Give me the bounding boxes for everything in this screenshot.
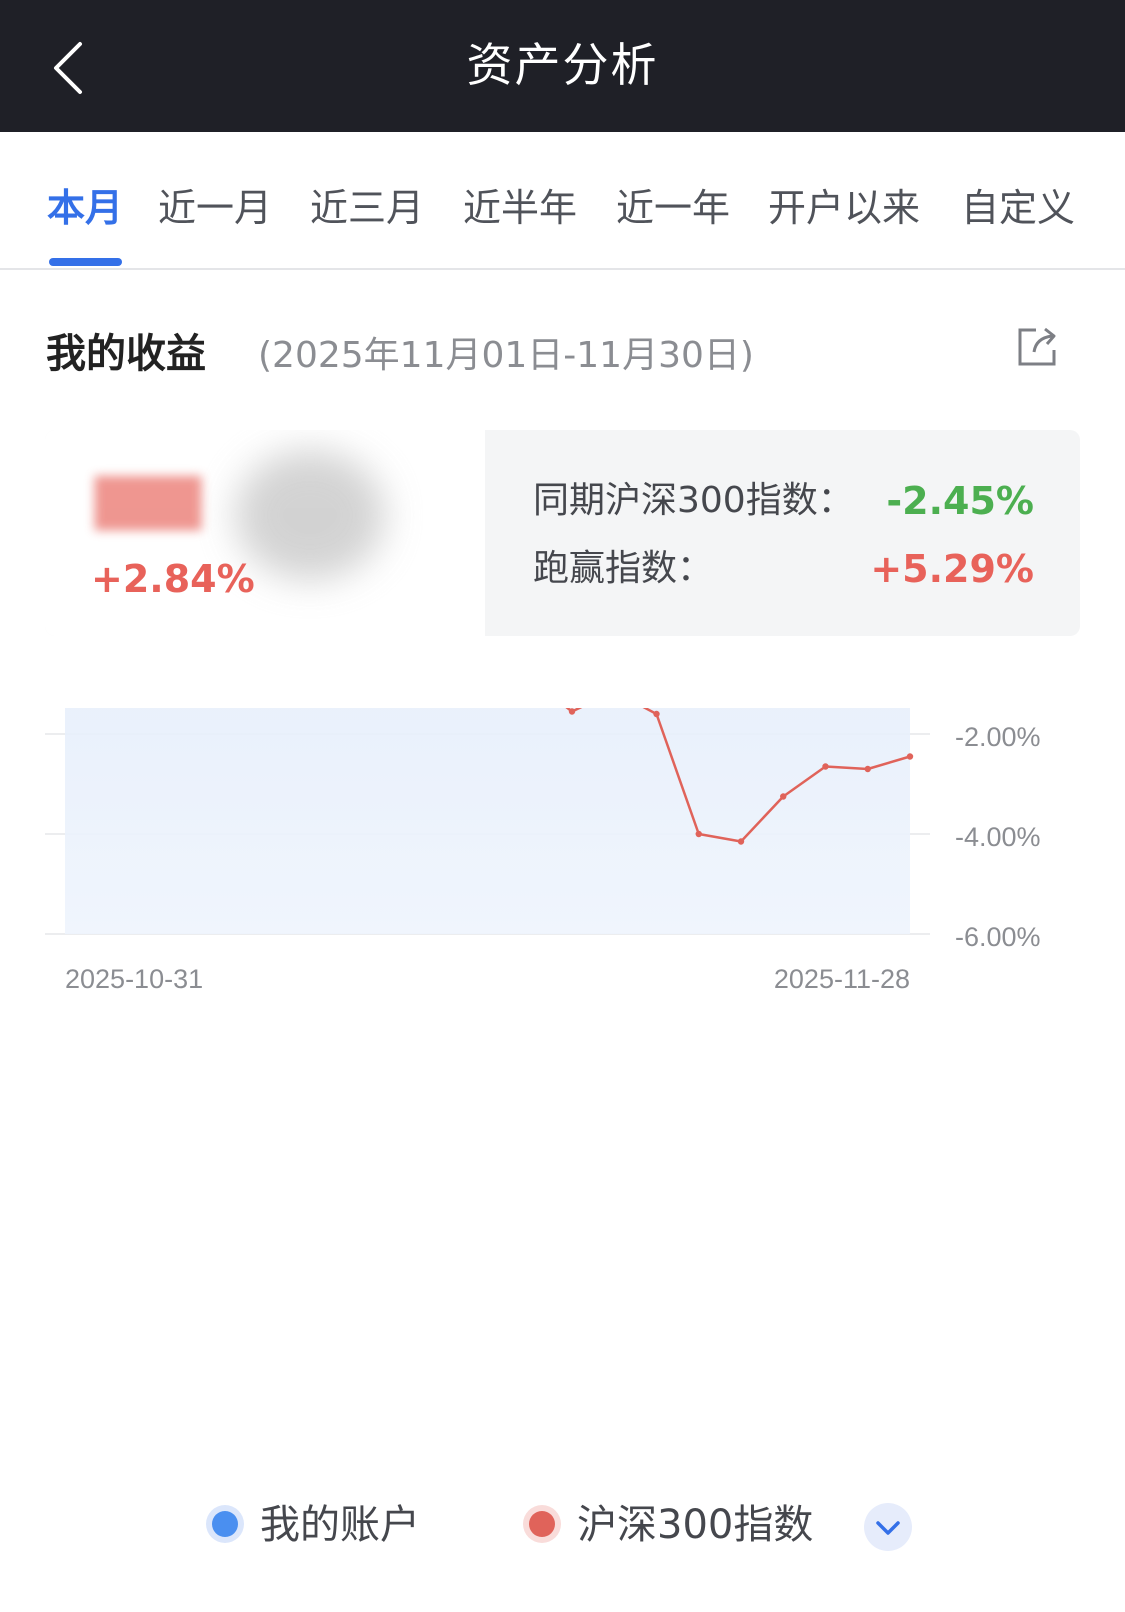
page-title: 资产分析: [466, 38, 659, 92]
section-title: 我的收益: [46, 331, 206, 377]
tab-last-three-months[interactable]: 近三月: [310, 182, 424, 234]
tab-last-half-year[interactable]: 近半年: [463, 182, 577, 234]
y-tick-label: -4.00%: [955, 822, 1041, 852]
x-end-label: 2025-11-28: [774, 964, 910, 994]
y-tick-label: -2.00%: [955, 722, 1041, 752]
chart-legend: 我的账户 沪深300指数: [0, 1493, 1125, 1573]
tab-last-year[interactable]: 近一年: [616, 182, 730, 234]
chevron-down-icon: [876, 1521, 900, 1535]
share-icon: [1018, 327, 1056, 366]
legend-label: 沪深300指数: [577, 1502, 814, 1548]
tab-custom[interactable]: 自定义: [961, 182, 1075, 234]
y-tick-label: -6.00%: [955, 922, 1041, 952]
my-return-percent: +2.84%: [91, 557, 255, 601]
index-point: [780, 793, 787, 800]
active-tab-indicator: [49, 258, 122, 266]
redacted-area: ███: [45, 430, 485, 636]
index-point: [864, 765, 871, 773]
index-point: [906, 753, 914, 760]
index-return-label: 同期沪深300指数：: [533, 480, 854, 521]
index-point: [695, 830, 702, 838]
tab-last-month[interactable]: 近一月: [158, 182, 272, 234]
content-sheet: 本月 近一月 近三月 近半年 近一年 开户以来 自定义 我的收益 (2025年1…: [0, 148, 1125, 1612]
index-point: [653, 710, 660, 718]
share-button[interactable]: [1014, 322, 1062, 370]
tabs-divider: [0, 268, 1125, 270]
legend-expand-button[interactable]: [864, 1503, 912, 1551]
return-summary-card: ███ +2.84% 同期沪深300指数： -2.45% 跑赢指数： +5.29…: [45, 430, 1080, 636]
tab-since-open[interactable]: 开户以来: [768, 182, 920, 234]
tab-this-month[interactable]: 本月: [47, 182, 123, 234]
index-point: [568, 708, 576, 715]
legend-label: 我的账户: [260, 1502, 420, 1548]
legend-dot-icon: [529, 1511, 555, 1537]
index-point: [737, 838, 745, 845]
account-area: [65, 708, 910, 934]
index-return-value: -2.45%: [886, 479, 1034, 523]
top-bar: 资产分析: [0, 0, 1125, 132]
redaction-smudge: [235, 450, 385, 580]
return-chart: 6.00%4.00%2.00%0.00%-2.00%-4.00%-6.00%20…: [45, 708, 1041, 994]
index-point: [822, 763, 829, 770]
beat-index-value: +5.29%: [870, 547, 1034, 591]
legend-item-account[interactable]: 我的账户: [212, 1493, 420, 1557]
redacted-amount: ███: [95, 476, 202, 530]
legend-item-index[interactable]: 沪深300指数: [529, 1493, 813, 1557]
x-start-label: 2025-10-31: [65, 964, 203, 994]
legend-dot-icon: [212, 1511, 238, 1537]
beat-index-label: 跑赢指数：: [533, 548, 714, 589]
period-tabs: 本月 近一月 近三月 近半年 近一年 开户以来 自定义: [0, 148, 1125, 268]
date-range: (2025年11月01日-11月30日): [258, 335, 754, 376]
